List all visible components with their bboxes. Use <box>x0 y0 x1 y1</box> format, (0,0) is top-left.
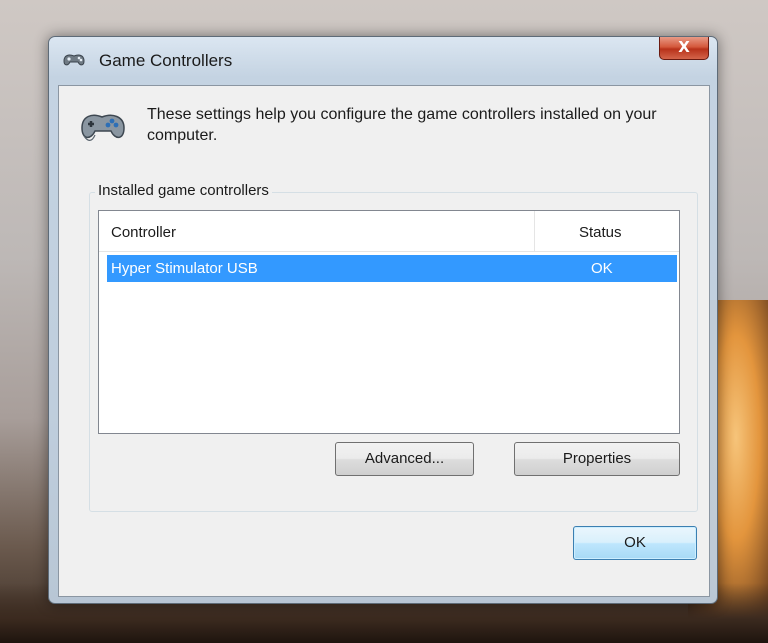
close-icon: X <box>678 38 690 56</box>
window-title: Game Controllers <box>99 51 233 70</box>
controller-status: OK <box>591 260 613 277</box>
list-header: Controller Status <box>99 211 679 252</box>
group-label: Installed game controllers <box>95 182 272 199</box>
controllers-list[interactable]: Controller Status Hyper Stimulator USB O… <box>98 210 680 434</box>
properties-button[interactable]: Properties <box>514 442 680 476</box>
dialog-client-area: These settings help you configure the ga… <box>58 85 710 597</box>
gamepad-icon <box>61 49 87 69</box>
list-item[interactable]: Hyper Stimulator USB OK <box>107 255 677 282</box>
title-bar[interactable]: Game Controllers X <box>49 37 717 83</box>
advanced-button[interactable]: Advanced... <box>335 442 474 476</box>
ok-button[interactable]: OK <box>573 526 697 560</box>
game-controllers-window: Game Controllers X These settings help y… <box>48 36 718 604</box>
column-divider[interactable] <box>534 211 535 251</box>
close-button[interactable]: X <box>659 37 709 60</box>
controller-name: Hyper Stimulator USB <box>111 260 258 277</box>
column-header-controller[interactable]: Controller <box>111 224 176 241</box>
column-header-status[interactable]: Status <box>579 224 622 241</box>
description-text: These settings help you configure the ga… <box>147 106 657 144</box>
gamepad-icon <box>78 102 128 146</box>
